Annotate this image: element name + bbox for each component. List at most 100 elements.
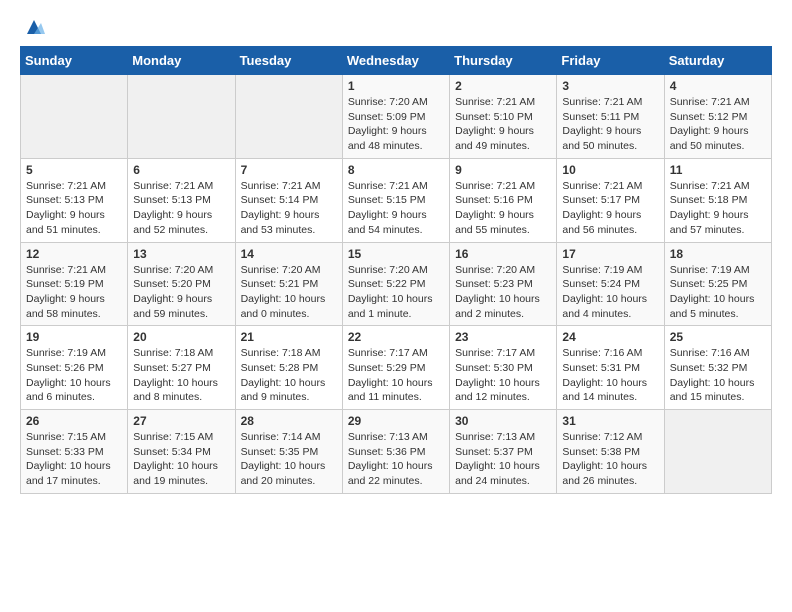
day-info: Sunrise: 7:16 AM Sunset: 5:32 PM Dayligh… (670, 346, 766, 405)
day-number: 7 (241, 163, 337, 177)
day-number: 19 (26, 330, 122, 344)
day-info: Sunrise: 7:19 AM Sunset: 5:25 PM Dayligh… (670, 263, 766, 322)
day-number: 28 (241, 414, 337, 428)
day-cell: 5 Sunrise: 7:21 AM Sunset: 5:13 PM Daylig… (21, 158, 128, 242)
day-info: Sunrise: 7:13 AM Sunset: 5:37 PM Dayligh… (455, 430, 551, 489)
day-cell: 31 Sunrise: 7:12 AM Sunset: 5:38 PM Dayli… (557, 410, 664, 494)
day-info: Sunrise: 7:21 AM Sunset: 5:14 PM Dayligh… (241, 179, 337, 238)
day-number: 29 (348, 414, 444, 428)
day-info: Sunrise: 7:21 AM Sunset: 5:17 PM Dayligh… (562, 179, 658, 238)
day-number: 13 (133, 247, 229, 261)
day-info: Sunrise: 7:17 AM Sunset: 5:29 PM Dayligh… (348, 346, 444, 405)
day-info: Sunrise: 7:14 AM Sunset: 5:35 PM Dayligh… (241, 430, 337, 489)
day-cell (128, 75, 235, 159)
day-cell: 7 Sunrise: 7:21 AM Sunset: 5:14 PM Daylig… (235, 158, 342, 242)
day-number: 2 (455, 79, 551, 93)
day-cell: 6Sunrise: 7:21 AM Sunset: 5:13 PM Daylig… (128, 158, 235, 242)
day-cell: 26Sunrise: 7:15 AM Sunset: 5:33 PM Dayli… (21, 410, 128, 494)
day-cell: 1 Sunrise: 7:20 AM Sunset: 5:09 PM Daylig… (342, 75, 449, 159)
day-number: 16 (455, 247, 551, 261)
day-info: Sunrise: 7:21 AM Sunset: 5:15 PM Dayligh… (348, 179, 444, 238)
day-info: Sunrise: 7:21 AM Sunset: 5:16 PM Dayligh… (455, 179, 551, 238)
weekday-header-wednesday: Wednesday (342, 47, 449, 75)
day-info: Sunrise: 7:21 AM Sunset: 5:12 PM Dayligh… (670, 95, 766, 154)
day-cell: 23Sunrise: 7:17 AM Sunset: 5:30 PM Dayli… (450, 326, 557, 410)
day-info: Sunrise: 7:15 AM Sunset: 5:33 PM Dayligh… (26, 430, 122, 489)
weekday-header-row: SundayMondayTuesdayWednesdayThursdayFrid… (21, 47, 772, 75)
day-info: Sunrise: 7:21 AM Sunset: 5:11 PM Dayligh… (562, 95, 658, 154)
weekday-header-thursday: Thursday (450, 47, 557, 75)
day-info: Sunrise: 7:20 AM Sunset: 5:22 PM Dayligh… (348, 263, 444, 322)
day-cell: 13 Sunrise: 7:20 AM Sunset: 5:20 PM Dayli… (128, 242, 235, 326)
week-row-3: 12Sunrise: 7:21 AM Sunset: 5:19 PM Dayli… (21, 242, 772, 326)
day-number: 25 (670, 330, 766, 344)
day-cell: 18 Sunrise: 7:19 AM Sunset: 5:25 PM Dayli… (664, 242, 771, 326)
day-cell: 2 Sunrise: 7:21 AM Sunset: 5:10 PM Daylig… (450, 75, 557, 159)
day-info: Sunrise: 7:21 AM Sunset: 5:13 PM Dayligh… (26, 179, 122, 238)
page: SundayMondayTuesdayWednesdayThursdayFrid… (0, 0, 792, 510)
day-cell: 27 Sunrise: 7:15 AM Sunset: 5:34 PM Dayli… (128, 410, 235, 494)
day-number: 22 (348, 330, 444, 344)
day-cell: 25 Sunrise: 7:16 AM Sunset: 5:32 PM Dayli… (664, 326, 771, 410)
day-number: 24 (562, 330, 658, 344)
weekday-header-sunday: Sunday (21, 47, 128, 75)
day-info: Sunrise: 7:19 AM Sunset: 5:26 PM Dayligh… (26, 346, 122, 405)
day-number: 20 (133, 330, 229, 344)
day-number: 1 (348, 79, 444, 93)
day-cell: 24Sunrise: 7:16 AM Sunset: 5:31 PM Dayli… (557, 326, 664, 410)
day-cell (21, 75, 128, 159)
week-row-1: 1 Sunrise: 7:20 AM Sunset: 5:09 PM Daylig… (21, 75, 772, 159)
day-number: 11 (670, 163, 766, 177)
day-number: 31 (562, 414, 658, 428)
day-info: Sunrise: 7:13 AM Sunset: 5:36 PM Dayligh… (348, 430, 444, 489)
day-info: Sunrise: 7:20 AM Sunset: 5:23 PM Dayligh… (455, 263, 551, 322)
day-number: 17 (562, 247, 658, 261)
weekday-header-tuesday: Tuesday (235, 47, 342, 75)
weekday-header-friday: Friday (557, 47, 664, 75)
day-cell: 20 Sunrise: 7:18 AM Sunset: 5:27 PM Dayli… (128, 326, 235, 410)
day-cell: 11 Sunrise: 7:21 AM Sunset: 5:18 PM Dayli… (664, 158, 771, 242)
day-cell: 21Sunrise: 7:18 AM Sunset: 5:28 PM Dayli… (235, 326, 342, 410)
weekday-header-monday: Monday (128, 47, 235, 75)
day-cell: 4 Sunrise: 7:21 AM Sunset: 5:12 PM Daylig… (664, 75, 771, 159)
logo-icon (23, 16, 45, 38)
day-info: Sunrise: 7:21 AM Sunset: 5:10 PM Dayligh… (455, 95, 551, 154)
day-info: Sunrise: 7:20 AM Sunset: 5:09 PM Dayligh… (348, 95, 444, 154)
day-number: 21 (241, 330, 337, 344)
day-number: 4 (670, 79, 766, 93)
day-info: Sunrise: 7:20 AM Sunset: 5:20 PM Dayligh… (133, 263, 229, 322)
week-row-2: 5 Sunrise: 7:21 AM Sunset: 5:13 PM Daylig… (21, 158, 772, 242)
day-number: 6 (133, 163, 229, 177)
day-cell (235, 75, 342, 159)
week-row-4: 19 Sunrise: 7:19 AM Sunset: 5:26 PM Dayli… (21, 326, 772, 410)
day-cell: 10 Sunrise: 7:21 AM Sunset: 5:17 PM Dayli… (557, 158, 664, 242)
day-cell: 15Sunrise: 7:20 AM Sunset: 5:22 PM Dayli… (342, 242, 449, 326)
day-cell: 19 Sunrise: 7:19 AM Sunset: 5:26 PM Dayli… (21, 326, 128, 410)
day-cell: 30 Sunrise: 7:13 AM Sunset: 5:37 PM Dayli… (450, 410, 557, 494)
day-number: 14 (241, 247, 337, 261)
day-cell: 29 Sunrise: 7:13 AM Sunset: 5:36 PM Dayli… (342, 410, 449, 494)
day-info: Sunrise: 7:20 AM Sunset: 5:21 PM Dayligh… (241, 263, 337, 322)
day-number: 12 (26, 247, 122, 261)
day-number: 18 (670, 247, 766, 261)
weekday-header-saturday: Saturday (664, 47, 771, 75)
day-number: 30 (455, 414, 551, 428)
day-info: Sunrise: 7:19 AM Sunset: 5:24 PM Dayligh… (562, 263, 658, 322)
day-cell: 3Sunrise: 7:21 AM Sunset: 5:11 PM Daylig… (557, 75, 664, 159)
week-row-5: 26Sunrise: 7:15 AM Sunset: 5:33 PM Dayli… (21, 410, 772, 494)
day-cell: 9 Sunrise: 7:21 AM Sunset: 5:16 PM Daylig… (450, 158, 557, 242)
day-cell (664, 410, 771, 494)
calendar-table: SundayMondayTuesdayWednesdayThursdayFrid… (20, 46, 772, 494)
day-info: Sunrise: 7:21 AM Sunset: 5:18 PM Dayligh… (670, 179, 766, 238)
day-info: Sunrise: 7:12 AM Sunset: 5:38 PM Dayligh… (562, 430, 658, 489)
day-number: 8 (348, 163, 444, 177)
day-number: 10 (562, 163, 658, 177)
day-number: 9 (455, 163, 551, 177)
day-cell: 22 Sunrise: 7:17 AM Sunset: 5:29 PM Dayli… (342, 326, 449, 410)
header (20, 16, 772, 38)
day-info: Sunrise: 7:18 AM Sunset: 5:27 PM Dayligh… (133, 346, 229, 405)
day-number: 5 (26, 163, 122, 177)
day-cell: 12Sunrise: 7:21 AM Sunset: 5:19 PM Dayli… (21, 242, 128, 326)
day-number: 27 (133, 414, 229, 428)
day-info: Sunrise: 7:15 AM Sunset: 5:34 PM Dayligh… (133, 430, 229, 489)
